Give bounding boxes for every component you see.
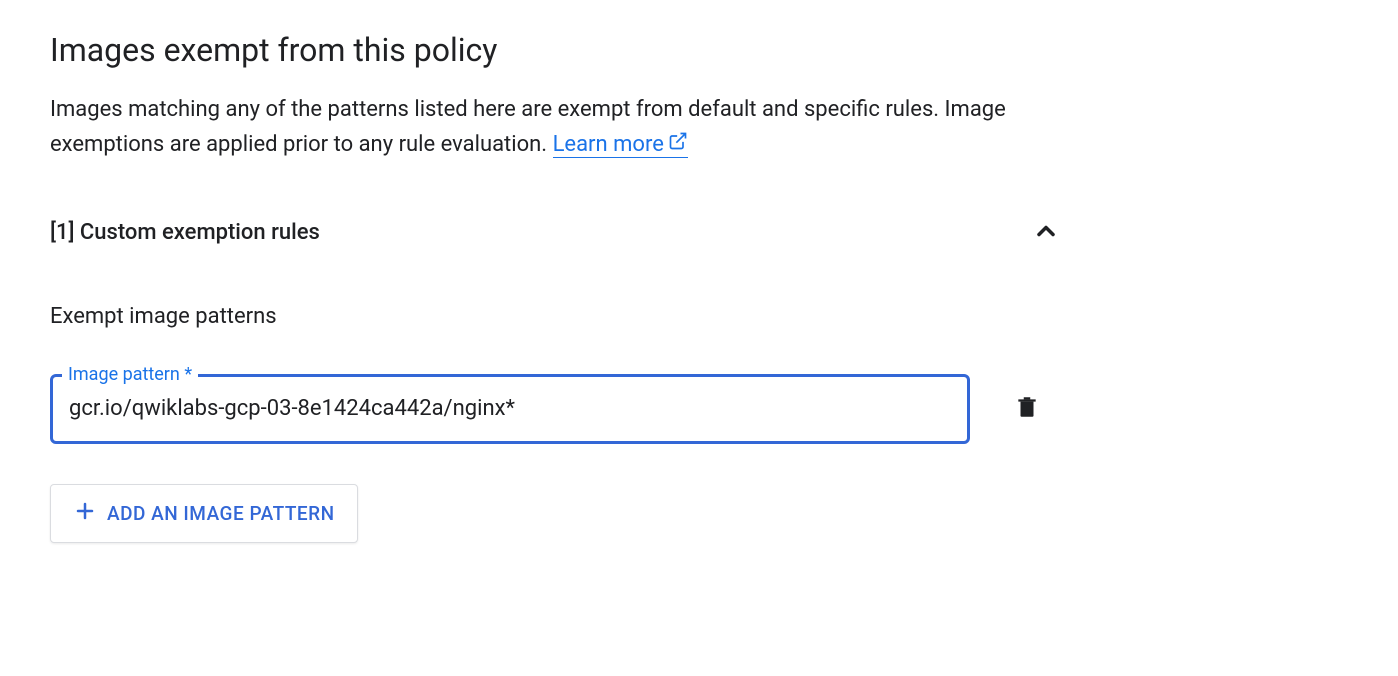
trash-icon <box>1014 394 1040 423</box>
page-title: Images exempt from this policy <box>50 30 1348 72</box>
page-description: Images matching any of the patterns list… <box>50 92 1050 162</box>
image-pattern-row: Image pattern * <box>50 374 1060 444</box>
chevron-up-icon <box>1032 217 1060 249</box>
delete-pattern-button[interactable] <box>1010 390 1044 427</box>
custom-exemption-rules-header[interactable]: [1] Custom exemption rules <box>50 217 1060 249</box>
image-pattern-field-container: Image pattern * <box>50 374 970 444</box>
add-button-label: ADD AN IMAGE PATTERN <box>107 502 335 525</box>
add-image-pattern-button[interactable]: ADD AN IMAGE PATTERN <box>50 484 358 543</box>
exempt-patterns-subtitle: Exempt image patterns <box>50 304 1348 329</box>
description-text: Images matching any of the patterns list… <box>50 97 1006 157</box>
external-link-icon <box>668 127 688 162</box>
section-title: [1] Custom exemption rules <box>50 220 320 245</box>
image-pattern-label: Image pattern * <box>62 364 198 385</box>
learn-more-text: Learn more <box>553 132 664 157</box>
learn-more-link[interactable]: Learn more <box>553 132 688 158</box>
plus-icon <box>73 499 97 528</box>
